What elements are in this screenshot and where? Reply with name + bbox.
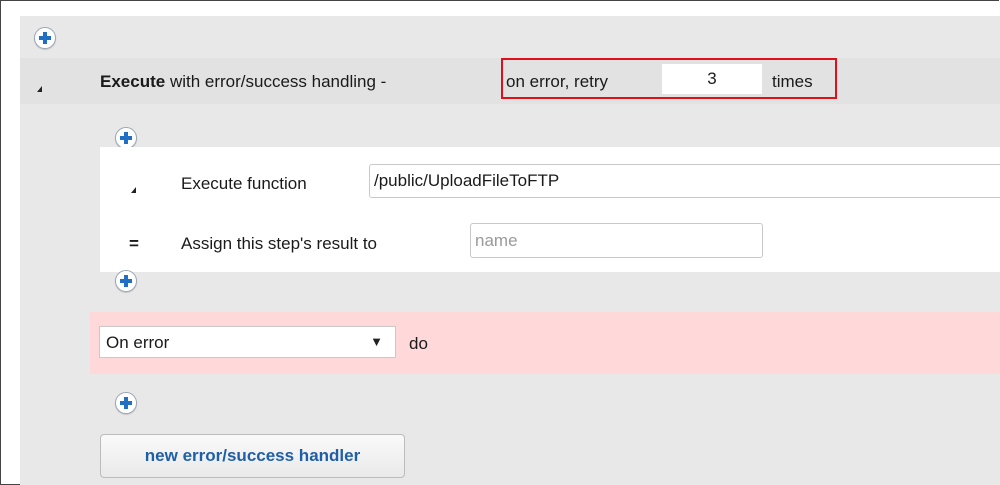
assign-operator: = — [129, 234, 139, 253]
retry-count-input[interactable] — [662, 64, 762, 94]
execute-keyword: Execute — [100, 72, 166, 91]
add-step-top-icon[interactable] — [34, 27, 56, 49]
retry-prefix-label: on error, retry — [506, 72, 609, 91]
caret-down-icon: ▼ — [370, 334, 383, 349]
add-handler-step-icon[interactable] — [115, 392, 137, 414]
execute-function-label: Execute function — [181, 174, 307, 193]
retry-suffix-label: times — [772, 72, 813, 91]
collapse-toggle-icon[interactable] — [37, 86, 42, 92]
add-inner-step-bottom-icon[interactable] — [115, 270, 137, 292]
execute-step-title: Execute with error/success handling - — [100, 72, 386, 92]
result-variable-name-input[interactable] — [470, 223, 763, 258]
execute-function-toggle-icon[interactable] — [131, 187, 136, 193]
handler-condition-select[interactable]: On error ▼ — [99, 326, 396, 358]
new-error-success-handler-button[interactable]: new error/success handler — [100, 434, 405, 478]
execute-description: with error/success handling - — [169, 72, 387, 91]
execute-function-field[interactable] — [369, 164, 1000, 198]
assign-result-label: Assign this step's result to — [181, 234, 377, 253]
handler-condition-value: On error — [106, 333, 170, 352]
do-label: do — [409, 334, 428, 353]
add-inner-step-top-icon[interactable] — [115, 127, 137, 149]
